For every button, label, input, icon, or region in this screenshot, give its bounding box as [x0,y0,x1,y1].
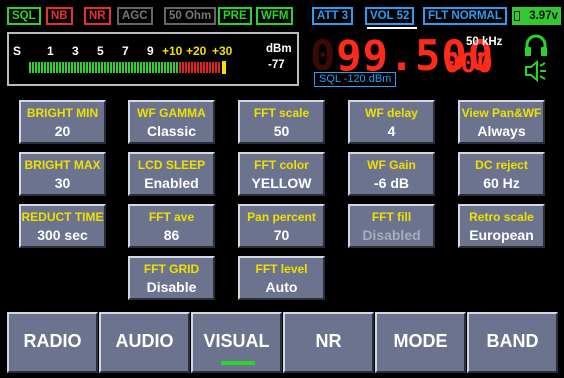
squelch-level[interactable]: SQL -120 dBm [314,72,397,87]
wf-delay-button[interactable]: WF delay 4 [348,100,435,144]
button-label: WF Gain [367,158,416,172]
fft-ave-button[interactable]: FFT ave 86 [128,204,215,248]
button-label: View Pan&WF [461,106,542,120]
retro-scale-button[interactable]: Retro scale European [458,204,545,248]
bright-max-button[interactable]: BRIGHT MAX 30 [19,152,106,196]
button-value: 50 [273,123,290,139]
s-scale-label: 5 [97,44,104,58]
button-value: 20 [54,123,71,139]
att-indicator[interactable]: ATT 3 [312,7,354,25]
button-value: Disabled [362,227,421,243]
button-value: Disable [146,279,197,295]
tab-label: MODE [393,331,448,351]
s-scale-label: +10 [162,44,183,58]
frequency-step[interactable]: 50 kHz [466,36,502,48]
button-label: REDUCT TIME [21,210,104,224]
button-value: YELLOW [251,175,312,191]
button-label: BRIGHT MAX [24,158,101,172]
battery-voltage: 3.97v [529,10,558,22]
fft-scale-button[interactable]: FFT scale 50 [238,100,325,144]
tab-visual[interactable]: VISUAL [191,312,282,373]
button-label: FFT level [255,262,308,276]
tab-label: BAND [486,331,539,351]
button-label: Pan percent [247,210,316,224]
button-value: Enabled [144,175,199,191]
button-label: LCD SLEEP [137,158,206,172]
battery-indicator: 3.97v [512,7,561,25]
s-scale-label: 7 [122,44,129,58]
lcd-sleep-button[interactable]: LCD SLEEP Enabled [128,152,215,196]
wf-gain-button[interactable]: WF Gain -6 dB [348,152,435,196]
button-label: FFT color [254,158,309,172]
fft-grid-button[interactable]: FFT GRID Disable [128,256,215,300]
bottom-tab-bar: RADIO AUDIO VISUAL NR MODE BAND [7,312,558,374]
button-label: Retro scale [469,210,534,224]
speaker-icon[interactable] [523,58,549,84]
reduct-time-button[interactable]: REDUCT TIME 300 sec [19,204,106,248]
button-value: 60 Hz [483,175,520,191]
tab-label: RADIO [23,331,82,351]
s-meter-dbm-value: -77 [268,59,285,71]
button-label: WF GAMMA [137,106,206,120]
nb-indicator[interactable]: NB [46,7,73,25]
button-value: Auto [265,279,298,295]
frequency-sub: 000 [444,48,493,79]
wfm-indicator[interactable]: WFM [256,7,294,25]
battery-icon [514,11,520,21]
button-label: FFT scale [253,106,310,120]
tab-band[interactable]: BAND [467,312,558,373]
dc-reject-button[interactable]: DC reject 60 Hz [458,152,545,196]
button-value: -6 dB [374,175,409,191]
fft-level-button[interactable]: FFT level Auto [238,256,325,300]
bright-min-button[interactable]: BRIGHT MIN 20 [19,100,106,144]
tab-nr[interactable]: NR [283,312,374,373]
button-label: WF delay [365,106,418,120]
wf-gamma-button[interactable]: WF GAMMA Classic [128,100,215,144]
filter-indicator[interactable]: FLT NORMAL [423,7,507,25]
s-scale-label: +30 [212,44,233,58]
impedance-indicator[interactable]: 50 Ohm [164,7,217,25]
button-label: BRIGHT MIN [26,106,99,120]
button-label: DC reject [475,158,528,172]
button-label: FFT ave [148,210,195,224]
s-meter: S 1 3 5 7 9 +10 +20 +30 dBm -77 [7,32,299,86]
vol-indicator[interactable]: VOL 52 [365,7,415,25]
headphone-icon[interactable] [523,33,549,59]
fft-color-button[interactable]: FFT color YELLOW [238,152,325,196]
s-scale-label: +20 [186,44,207,58]
button-value: Classic [146,123,197,139]
active-tab-indicator [221,361,255,365]
agc-indicator[interactable]: AGC [117,7,153,25]
tab-label: NR [315,331,342,351]
tab-mode[interactable]: MODE [375,312,466,373]
s-scale-label: S [13,44,22,58]
button-label: FFT fill [371,210,412,224]
tab-label: AUDIO [115,331,174,351]
s-scale-label: 9 [147,44,154,58]
pan-percent-button[interactable]: Pan percent 70 [238,204,325,248]
s-meter-peak [222,61,226,74]
view-pan-wf-button[interactable]: View Pan&WF Always [458,100,545,144]
s-meter-bar-red [179,62,221,73]
button-value: European [469,227,534,243]
button-value: 30 [54,175,71,191]
button-value: 86 [163,227,180,243]
tab-label: VISUAL [203,331,270,351]
s-scale-label: 1 [47,44,54,58]
button-value: Always [477,123,526,139]
nr-indicator[interactable]: NR [84,7,111,25]
tab-radio[interactable]: RADIO [7,312,98,373]
s-meter-unit: dBm [266,43,292,55]
sql-indicator[interactable]: SQL [7,7,41,25]
tab-audio[interactable]: AUDIO [99,312,190,373]
button-value: 4 [387,123,396,139]
s-scale-label: 3 [72,44,79,58]
vol-underline [367,27,417,29]
button-value: 300 sec [37,227,88,243]
s-meter-bar-green [29,62,179,73]
button-label: FFT GRID [143,262,200,276]
pre-indicator[interactable]: PRE [218,7,252,25]
fft-fill-button[interactable]: FFT fill Disabled [348,204,435,248]
button-value: 70 [273,227,290,243]
